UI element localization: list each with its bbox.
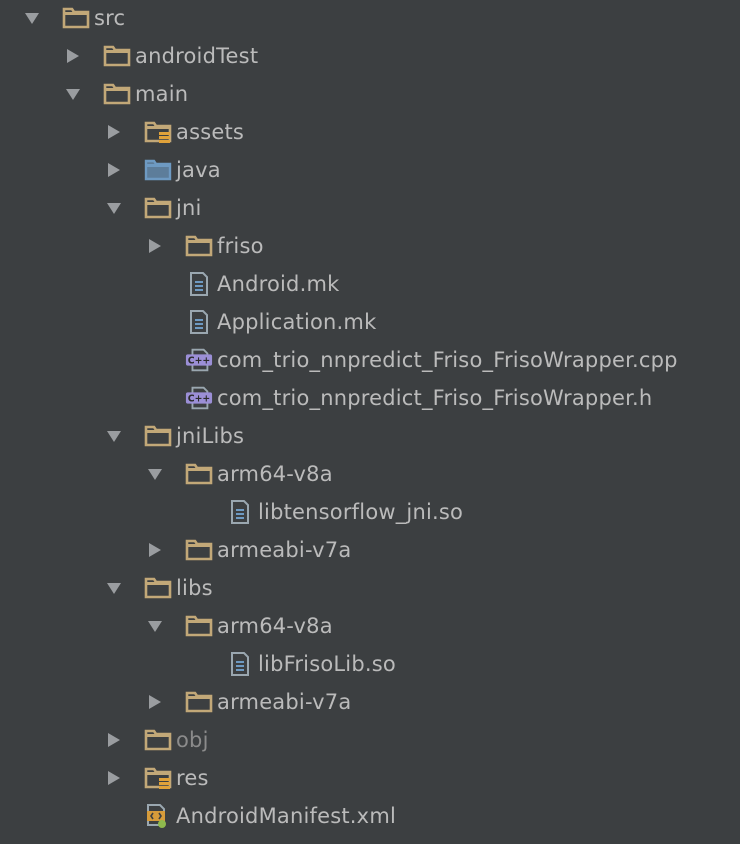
tree-row[interactable]: assets xyxy=(0,113,740,151)
tree-row[interactable]: arm64-v8a xyxy=(0,607,740,645)
expand-arrow-icon[interactable] xyxy=(22,8,42,28)
folder-icon xyxy=(103,44,131,68)
tree-item-label: arm64-v8a xyxy=(217,614,333,638)
resource-folder-icon xyxy=(144,120,172,144)
tree-row[interactable]: androidTest xyxy=(0,37,740,75)
tree-row[interactable]: C++ com_trio_nnpredict_Friso_FrisoWrapper… xyxy=(0,341,740,379)
tree-row[interactable]: arm64-v8a xyxy=(0,455,740,493)
tree-row[interactable]: jni xyxy=(0,189,740,227)
tree-row[interactable]: C++ com_trio_nnpredict_Friso_FrisoWrapper… xyxy=(0,379,740,417)
tree-item-label: jniLibs xyxy=(176,424,245,448)
collapse-arrow-icon[interactable] xyxy=(145,540,165,560)
tree-row[interactable]: Android.mk xyxy=(0,265,740,303)
tree-item-label: libFrisoLib.so xyxy=(258,652,396,676)
tree-item-label: arm64-v8a xyxy=(217,462,333,486)
expand-arrow-icon[interactable] xyxy=(145,616,165,636)
tree-item-label: libtensorflow_jni.so xyxy=(258,500,464,524)
tree-item-label: armeabi-v7a xyxy=(217,690,352,714)
folder-icon xyxy=(185,690,213,714)
collapse-arrow-icon[interactable] xyxy=(145,692,165,712)
folder-icon xyxy=(62,6,90,30)
tree-item-label: armeabi-v7a xyxy=(217,538,352,562)
tree-item-label: res xyxy=(176,766,209,790)
tree-row[interactable]: libtensorflow_jni.so xyxy=(0,493,740,531)
folder-icon xyxy=(185,614,213,638)
tree-item-label: obj xyxy=(176,728,209,752)
tree-row[interactable]: libs xyxy=(0,569,740,607)
resource-folder-icon xyxy=(144,766,172,790)
folder-icon xyxy=(185,538,213,562)
tree-row[interactable]: src xyxy=(0,0,740,37)
tree-item-label: assets xyxy=(176,120,245,144)
collapse-arrow-icon[interactable] xyxy=(104,730,124,750)
tree-row[interactable]: AndroidManifest.xml xyxy=(0,797,740,835)
text-file-icon xyxy=(185,272,213,296)
tree-row[interactable]: jniLibs xyxy=(0,417,740,455)
folder-icon xyxy=(185,462,213,486)
tree-item-label: jni xyxy=(176,196,202,220)
cpp-file-icon: C++ xyxy=(185,386,213,410)
tree-row[interactable]: obj xyxy=(0,721,740,759)
tree-item-label: Android.mk xyxy=(217,272,340,296)
collapse-arrow-icon[interactable] xyxy=(145,236,165,256)
cpp-file-icon: C++ xyxy=(185,348,213,372)
svg-text:C++: C++ xyxy=(188,356,210,367)
project-tree: src androidTest main assets java jni friso Andr… xyxy=(0,0,740,844)
expand-arrow-icon[interactable] xyxy=(145,464,165,484)
folder-icon xyxy=(185,234,213,258)
folder-icon xyxy=(144,576,172,600)
folder-icon xyxy=(103,82,131,106)
folder-icon xyxy=(144,196,172,220)
collapse-arrow-icon[interactable] xyxy=(104,122,124,142)
tree-item-label: com_trio_nnpredict_Friso_FrisoWrapper.h xyxy=(217,386,653,410)
expand-arrow-icon[interactable] xyxy=(104,198,124,218)
collapse-arrow-icon[interactable] xyxy=(63,46,83,66)
collapse-arrow-icon[interactable] xyxy=(104,768,124,788)
svg-text:C++: C++ xyxy=(188,394,210,405)
tree-item-label: main xyxy=(135,82,189,106)
tree-row[interactable]: armeabi-v7a xyxy=(0,683,740,721)
tree-row[interactable]: java xyxy=(0,151,740,189)
tree-item-label: libs xyxy=(176,576,213,600)
tree-row[interactable]: armeabi-v7a xyxy=(0,531,740,569)
tree-item-label: java xyxy=(176,158,221,182)
collapse-arrow-icon[interactable] xyxy=(104,160,124,180)
tree-item-label: com_trio_nnpredict_Friso_FrisoWrapper.cp… xyxy=(217,348,678,372)
tree-row[interactable]: main xyxy=(0,75,740,113)
folder-icon xyxy=(144,424,172,448)
tree-item-label: Application.mk xyxy=(217,310,377,334)
source-folder-icon xyxy=(144,158,172,182)
text-file-icon xyxy=(226,500,254,524)
expand-arrow-icon[interactable] xyxy=(104,426,124,446)
tree-row[interactable]: libFrisoLib.so xyxy=(0,645,740,683)
tree-item-label: androidTest xyxy=(135,44,259,68)
tree-row[interactable]: friso xyxy=(0,227,740,265)
text-file-icon xyxy=(226,652,254,676)
tree-item-label: src xyxy=(94,6,126,30)
tree-row[interactable]: Application.mk xyxy=(0,303,740,341)
expand-arrow-icon[interactable] xyxy=(63,84,83,104)
text-file-icon xyxy=(185,310,213,334)
tree-item-label: friso xyxy=(217,234,264,258)
folder-icon xyxy=(144,728,172,752)
expand-arrow-icon[interactable] xyxy=(104,578,124,598)
manifest-file-icon xyxy=(144,804,172,828)
tree-item-label: AndroidManifest.xml xyxy=(176,804,397,828)
tree-row[interactable]: res xyxy=(0,759,740,797)
